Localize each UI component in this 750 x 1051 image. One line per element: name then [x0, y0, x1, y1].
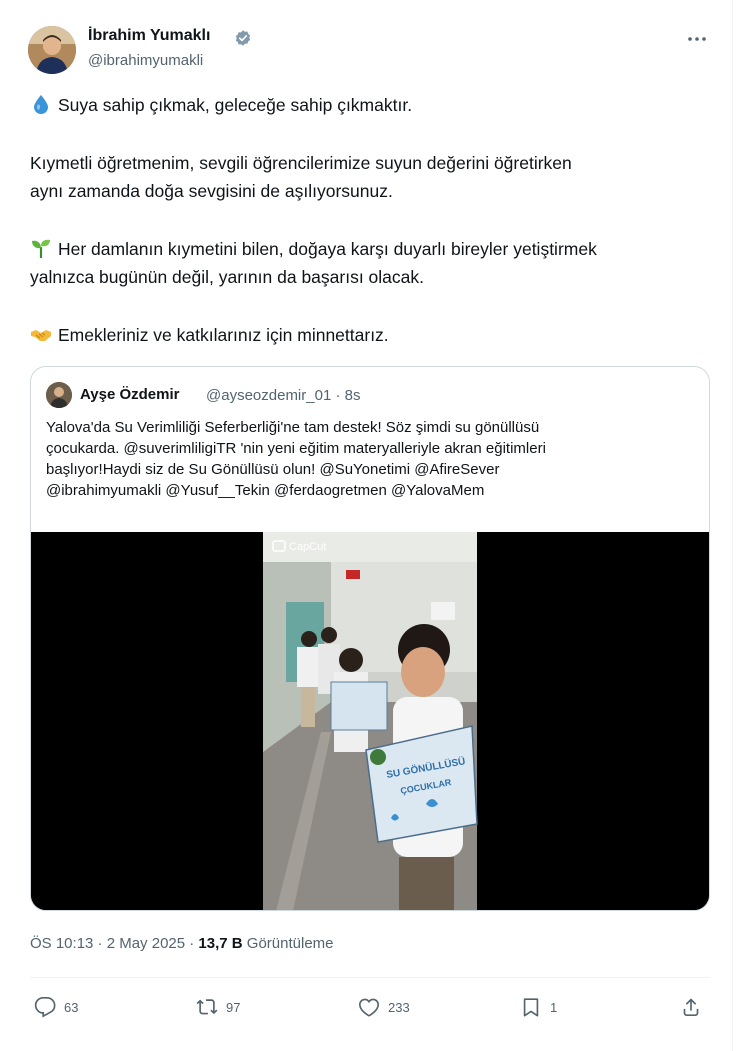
share-icon	[683, 998, 699, 1016]
heart-icon	[359, 998, 379, 1017]
post-text-line: aynı zamanda doğa sevgisini de aşılıyors…	[30, 181, 393, 201]
reply-count: 63	[64, 999, 79, 1015]
share-button[interactable]	[680, 994, 710, 1020]
bookmark-count: 1	[550, 999, 558, 1015]
post-text-line: Suya sahip çıkmak, geleceğe sahip çıkmak…	[30, 92, 412, 118]
repost-count: 97	[226, 999, 241, 1015]
quoted-text-line: Yalova'da Su Verimliliği Seferberliği'ne…	[46, 419, 540, 436]
post-line-text: Emekleriniz ve katkılarınız için minnett…	[58, 325, 389, 345]
seedling-icon	[32, 239, 50, 258]
post-meta: ÖS 10:13 · 2 May 2025 · 13,7 B Görüntüle…	[30, 935, 334, 952]
avatar[interactable]	[28, 26, 76, 74]
post-container: İbrahim Yumaklı @ibrahimyumakli Suya sah…	[0, 0, 733, 1051]
repost-button[interactable]: 97	[196, 994, 240, 1020]
like-count: 233	[388, 999, 410, 1015]
more-options-icon[interactable]	[684, 28, 710, 50]
post-text-line: Her damlanın kıymetini bilen, doğaya kar…	[30, 236, 597, 262]
divider	[30, 977, 710, 978]
quoted-author-name[interactable]: Ayşe Özdemir	[80, 386, 180, 403]
views-label: Görüntüleme	[242, 935, 334, 952]
post-text-line: Kıymetli öğretmenim, sevgili öğrencileri…	[30, 153, 572, 173]
quoted-avatar[interactable]	[46, 382, 72, 408]
droplet-icon	[34, 95, 48, 114]
reply-icon	[34, 997, 56, 1018]
author-name[interactable]: İbrahim Yumaklı	[88, 27, 210, 45]
bookmark-button[interactable]: 1	[520, 994, 557, 1020]
quoted-text-line: başlıyor!Haydi siz de Su Gönüllüsü olun!…	[46, 461, 500, 478]
exit-sign-icon	[346, 570, 360, 579]
quoted-post[interactable]: Ayşe Özdemir @ayseozdemir_01 · 8s Yalova…	[30, 366, 710, 911]
post-line-text: Her damlanın kıymetini bilen, doğaya kar…	[58, 239, 597, 259]
repost-icon	[196, 999, 218, 1015]
post-text-line: Emekleriniz ve katkılarınız için minnett…	[30, 322, 389, 348]
handshake-icon	[31, 330, 51, 341]
post-text-line: yalnızca bugünün değil, yarının da başar…	[30, 267, 424, 287]
quoted-text: Yalova'da Su Verimliliği Seferberliği'ne…	[46, 417, 696, 501]
post-timestamp[interactable]: ÖS 10:13 · 2 May 2025 ·	[30, 935, 198, 952]
quoted-text-line: @ibrahimyumakli @Yusuf__Tekin @ferdaogre…	[46, 482, 485, 499]
post-line-text: Suya sahip çıkmak, geleceğe sahip çıkmak…	[58, 95, 413, 115]
video-watermark: CapCut	[289, 541, 326, 553]
author-handle[interactable]: @ibrahimyumakli	[88, 52, 203, 69]
views-count: 13,7 B	[198, 935, 243, 952]
quoted-text-line: çocukarda. @suverimliligiTR 'nin yeni eğ…	[46, 440, 546, 457]
reply-button[interactable]: 63	[34, 994, 78, 1020]
video-player[interactable]: SU GÖNÜLLÜSÜ ÇOCUKLAR CapCut	[31, 532, 709, 910]
like-button[interactable]: 233	[358, 994, 410, 1020]
video-frame: SU GÖNÜLLÜSÜ ÇOCUKLAR CapCut	[31, 532, 709, 910]
quoted-author-handle[interactable]: @ayseozdemir_01 · 8s	[206, 387, 360, 404]
verified-badge-icon	[235, 30, 251, 46]
bookmark-icon	[523, 998, 539, 1017]
